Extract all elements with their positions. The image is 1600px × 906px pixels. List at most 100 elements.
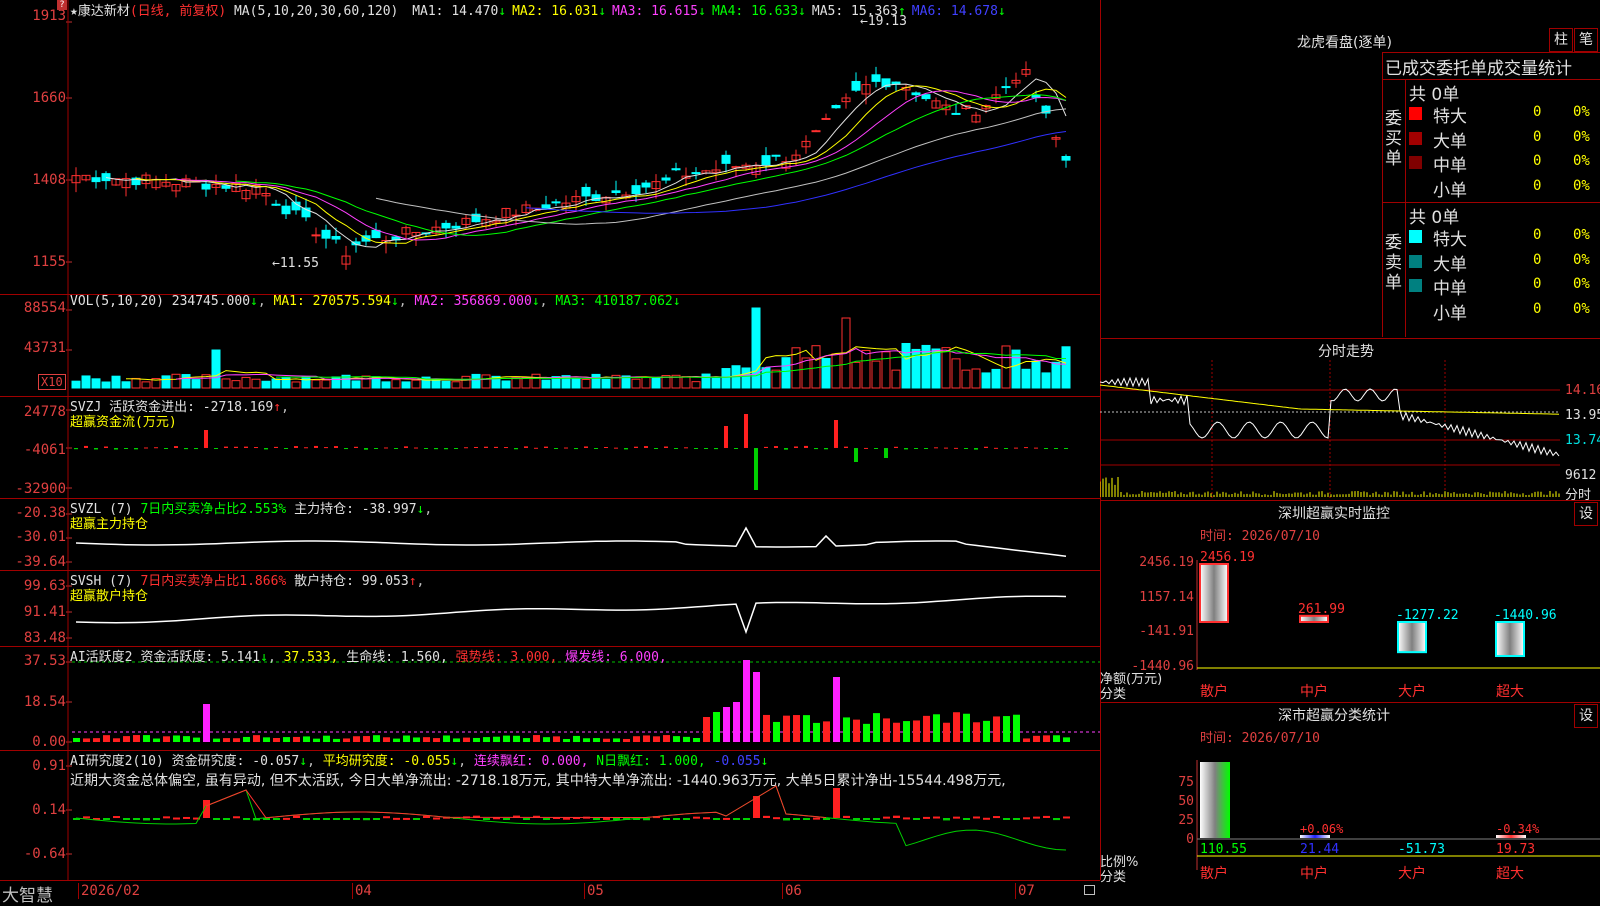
svzj-bar bbox=[674, 448, 678, 449]
svzj-panel[interactable]: SVZJ 活跃资金进出: -2718.169↑, 超赢资金流(万元) 24778… bbox=[0, 396, 1101, 499]
sz-category-label: 散户 bbox=[1200, 683, 1228, 700]
sz-category-label: 中户 bbox=[1300, 683, 1328, 700]
ai1-bar bbox=[823, 721, 830, 742]
volume-bar bbox=[691, 381, 701, 389]
volume-bar bbox=[81, 375, 91, 389]
sz-settings-button[interactable]: 设 bbox=[1574, 502, 1598, 526]
sell-row-name: 小单 bbox=[1433, 303, 1467, 324]
svzj-bar bbox=[684, 447, 688, 449]
sz-bar: -1440.96 超大 bbox=[1494, 608, 1557, 700]
ai1-bar bbox=[253, 735, 260, 742]
cls-settings-button[interactable]: 设 bbox=[1574, 704, 1598, 728]
kline-chart[interactable] bbox=[0, 0, 1100, 294]
svzj-bar bbox=[884, 448, 888, 458]
kline-panel[interactable]: ★康达新材(日线, 前复权) MA(5,10,20,30,60,120) MA1… bbox=[0, 0, 1101, 295]
ai1-bar bbox=[973, 722, 980, 742]
ai2-bar bbox=[883, 816, 890, 819]
volume-bar bbox=[241, 376, 251, 389]
cls-title: 深市超赢分类统计 bbox=[1278, 708, 1390, 724]
lock-icon[interactable] bbox=[1084, 885, 1095, 895]
volume-bar bbox=[991, 368, 1001, 389]
svsh-line bbox=[75, 595, 1067, 635]
ai1-bar bbox=[523, 738, 530, 742]
volume-bar bbox=[1021, 368, 1031, 389]
volume-chart[interactable] bbox=[0, 294, 1100, 396]
svzj-bar bbox=[584, 446, 588, 448]
svzj-bar bbox=[974, 448, 978, 450]
adjust-mode[interactable]: (日线, 前复权) bbox=[130, 4, 226, 19]
ai1-bar bbox=[873, 713, 880, 742]
ai2-bar bbox=[793, 818, 800, 820]
svsh-panel[interactable]: SVSH (7) 7日内买卖净占比1.866% 散户持仓: 99.053↑, 超… bbox=[0, 570, 1101, 647]
svzj-bar bbox=[124, 448, 128, 449]
volume-bar bbox=[461, 375, 471, 389]
ai1-bar bbox=[83, 738, 90, 742]
volume-bar bbox=[581, 379, 591, 389]
vol-ma2: 356869.000 bbox=[453, 294, 532, 309]
ai2-bar bbox=[663, 818, 670, 820]
ai2-bar bbox=[223, 818, 230, 820]
ai2-line-red bbox=[205, 785, 827, 819]
cls-bar-value: 110.55 bbox=[1200, 842, 1247, 857]
bar-mode-button[interactable]: 柱 bbox=[1549, 28, 1573, 52]
ai-research-panel[interactable]: AI研究度2(10) 资金研究度: -0.057↓, 平均研究度: -0.055… bbox=[0, 750, 1101, 880]
ai1-bar bbox=[723, 707, 730, 742]
candle-body bbox=[281, 205, 291, 215]
ai2-bar bbox=[733, 818, 740, 820]
svzj-bar bbox=[554, 448, 558, 449]
svzj-bar bbox=[854, 448, 858, 462]
svzj-ytick: 24778 bbox=[23, 404, 66, 420]
svzj-bar bbox=[424, 448, 428, 449]
svzj-bar bbox=[644, 446, 648, 448]
ai1-bar bbox=[653, 736, 660, 742]
ai-activity-panel[interactable]: AI活跃度2 资金活跃度: 5.141↓, 37.533, 生命线: 1.560… bbox=[0, 646, 1101, 751]
ai2-bar bbox=[233, 816, 240, 819]
ai2-bar bbox=[1033, 816, 1040, 819]
ai1-title: AI活跃度2 bbox=[70, 650, 133, 665]
ai1-bar bbox=[513, 735, 520, 742]
ai2-bar bbox=[283, 817, 290, 820]
volume-bar bbox=[321, 379, 331, 389]
ai1-bar bbox=[943, 722, 950, 742]
sell-row-count: 0 bbox=[1533, 251, 1542, 268]
ai1-label: 资金活跃度: bbox=[140, 650, 214, 665]
sz-bar-rect bbox=[1495, 621, 1525, 658]
ai2-bar bbox=[1013, 818, 1020, 820]
ai2-bar bbox=[723, 817, 730, 820]
svzj-bar bbox=[874, 448, 878, 449]
vol-ma3: 410187.062 bbox=[594, 294, 673, 309]
gear-icon[interactable]: ? bbox=[57, 0, 67, 10]
ai2-bar bbox=[183, 816, 190, 819]
cls-ytick: 75 bbox=[1178, 775, 1194, 790]
star-icon[interactable]: ★ bbox=[70, 4, 78, 19]
volume-bar bbox=[431, 379, 441, 389]
sz-axis: 分类 bbox=[1100, 687, 1127, 702]
svzj-bar bbox=[804, 445, 808, 448]
intraday-chart[interactable] bbox=[1100, 360, 1600, 505]
ai2-bar bbox=[163, 816, 170, 819]
tick-mode-button[interactable]: 笔 bbox=[1574, 28, 1598, 52]
volume-bar bbox=[331, 376, 341, 389]
svzl-line bbox=[75, 526, 1067, 557]
volume-bar bbox=[141, 381, 151, 389]
svzj-bar bbox=[84, 445, 88, 448]
svzj-bar bbox=[1054, 448, 1058, 449]
svzj-bar bbox=[844, 446, 848, 448]
ai1-bar bbox=[673, 736, 680, 742]
volume-panel[interactable]: VOL(5,10,20) 234745.000↓, MA1: 270575.59… bbox=[0, 294, 1101, 397]
sell-row-count: 0 bbox=[1533, 300, 1542, 317]
svsh-ratio: 7日内买卖净占比1.866% bbox=[140, 574, 287, 589]
volume-bar bbox=[861, 349, 871, 389]
svsh-subtitle: 超赢散户持仓 bbox=[70, 589, 149, 604]
volume-bar bbox=[381, 381, 391, 389]
volume-bar bbox=[871, 360, 881, 389]
ai1-bar bbox=[293, 736, 300, 742]
sz-bar: 261.99 中户 bbox=[1298, 602, 1345, 700]
ai1-bar bbox=[533, 735, 540, 742]
cls-ytick: 0 bbox=[1186, 832, 1194, 847]
sz-bar-value: 2456.19 bbox=[1200, 550, 1255, 565]
svzl-panel[interactable]: SVZL (7) 7日内买卖净占比2.553% 主力持仓: -38.997↓, … bbox=[0, 498, 1101, 571]
svzj-bar bbox=[204, 430, 208, 448]
intraday-title: 分时走势 bbox=[1318, 344, 1374, 360]
svzj-bar bbox=[404, 446, 408, 448]
